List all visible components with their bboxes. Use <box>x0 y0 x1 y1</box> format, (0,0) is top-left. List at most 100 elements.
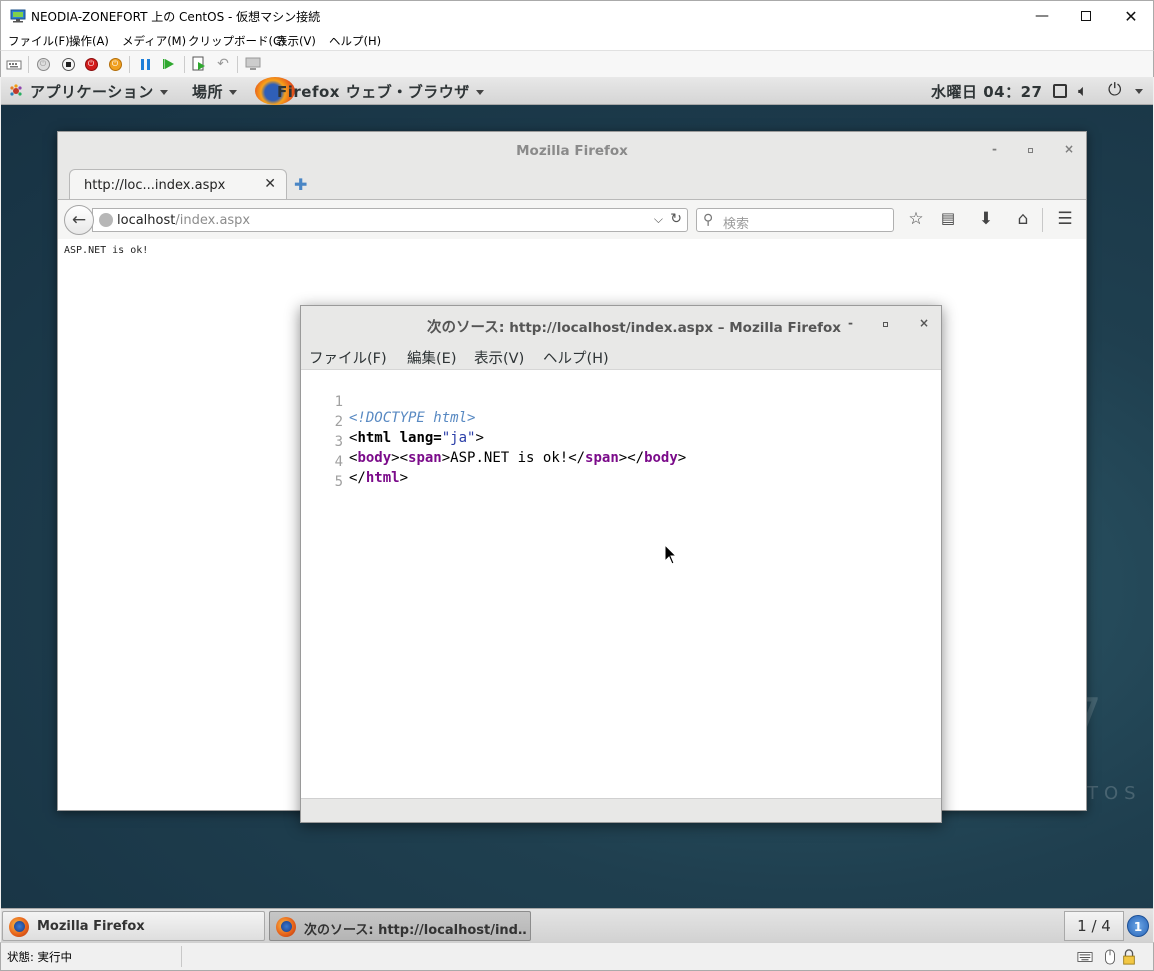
tag-token: span <box>585 450 619 466</box>
checkpoint-icon <box>192 56 205 71</box>
search-placeholder: 検索 <box>723 217 750 232</box>
menu-clipboard[interactable]: クリップボード(C) <box>188 33 286 49</box>
checkpoint-button[interactable] <box>191 56 207 72</box>
reset-button[interactable] <box>161 56 177 72</box>
enhanced-session-button[interactable] <box>245 56 261 72</box>
applications-label: アプリケーション <box>30 83 154 101</box>
maximize-button[interactable] <box>1063 1 1109 31</box>
lock-icon <box>1123 949 1135 965</box>
value-token: "ja" <box>441 430 476 446</box>
firefox-window-title: Mozilla Firefox <box>516 143 628 159</box>
firefox-header: Mozilla Firefox - × http://loc...index.a… <box>58 132 1086 239</box>
url-path: /index.aspx <box>175 213 251 228</box>
places-menu[interactable]: 場所 <box>192 81 238 102</box>
download-icon[interactable]: ⬇ <box>976 209 996 229</box>
view-source-titlebar: 次のソース: http://localhost/index.aspx – Moz… <box>301 306 941 342</box>
vs-menu-file[interactable]: ファイル(F) <box>309 347 387 368</box>
volume-icon[interactable]: 🔈︎ <box>1078 81 1088 101</box>
menu-media[interactable]: メディア(M) <box>122 33 186 49</box>
view-source-title-prefix: 次のソース: <box>427 320 505 336</box>
shutdown-icon: ⏻ <box>84 57 98 71</box>
taskbar-item-label: 次のソース: http://localhost/ind… <box>304 923 526 938</box>
url-bar[interactable]: localhost/index.aspx ⌵ ↻ <box>92 208 688 232</box>
tag-token: body <box>357 450 392 466</box>
tab-close-icon[interactable]: ✕ <box>264 176 276 192</box>
bookmarks-menu-icon[interactable]: ▤ <box>938 209 958 227</box>
power-icon[interactable]: ⏻ <box>1108 80 1121 100</box>
places-label: 場所 <box>192 83 224 101</box>
navigation-toolbar: localhost/index.aspx ⌵ ↻ ← ⚲ 検索 ☆ ▤ ⬇ ⌂ … <box>58 199 1086 239</box>
vm-status-text: 状態: 実行中 <box>7 950 73 964</box>
back-button[interactable]: ← <box>64 205 94 235</box>
gnome-taskbar: Mozilla Firefox 次のソース: http://localhost/… <box>1 908 1153 942</box>
menu-help[interactable]: ヘルプ(H) <box>329 33 381 49</box>
taskbar-item-view-source[interactable]: 次のソース: http://localhost/ind… <box>269 911 531 941</box>
reload-icon[interactable]: ↻ <box>670 211 682 227</box>
minimize-icon: - <box>848 316 853 330</box>
revert-button[interactable]: ↶ <box>215 56 231 72</box>
view-source-title: 次のソース: http://localhost/index.aspx – Moz… <box>427 316 841 337</box>
menu-action[interactable]: 操作(A) <box>69 33 109 49</box>
view-source-statusbar <box>301 798 941 822</box>
firefox-close-button[interactable]: × <box>1064 142 1074 156</box>
firefox-maximize-button[interactable] <box>1028 142 1033 156</box>
pause-icon <box>140 58 150 70</box>
chevron-down-icon <box>159 90 168 95</box>
url-history-dropdown-icon[interactable]: ⌵ <box>654 212 663 227</box>
search-input[interactable]: ⚲ 検索 <box>696 208 894 232</box>
firefox-icon <box>9 917 29 937</box>
code-text: <body><span>ASP.NET is ok!</span></body> <box>349 450 687 466</box>
code-line: 2 <html lang="ja"> <box>301 398 484 446</box>
attr-token: lang= <box>391 430 442 446</box>
minimize-icon: — <box>1035 8 1049 24</box>
start-button[interactable]: ⏻ <box>35 56 51 72</box>
bookmark-star-icon[interactable]: ☆ <box>906 209 926 229</box>
power-circle-icon: ⏻ <box>36 57 50 71</box>
active-app-label: Firefox ウェブ・ブラウザ <box>277 83 470 101</box>
browser-tab[interactable]: http://loc...index.aspx ✕ <box>69 169 287 199</box>
code-line: 1 <!DOCTYPE html> <box>301 378 476 426</box>
new-tab-icon[interactable]: ✚ <box>294 175 307 194</box>
view-source-window: 次のソース: http://localhost/index.aspx – Moz… <box>300 305 942 823</box>
clock[interactable]: 水曜日 04：27 <box>931 81 1042 102</box>
notification-badge[interactable]: 1 <box>1127 915 1149 937</box>
chevron-down-icon[interactable] <box>1135 89 1143 94</box>
code-text: <!DOCTYPE html> <box>349 410 475 426</box>
menu-view[interactable]: 表示(V) <box>276 33 316 49</box>
shutdown-button[interactable]: ⏻ <box>83 56 99 72</box>
applications-menu[interactable]: アプリケーション <box>30 81 168 102</box>
menu-file[interactable]: ファイル(F) <box>8 33 70 49</box>
view-source-menubar: ファイル(F) 編集(E) 表示(V) ヘルプ(H) <box>301 342 941 370</box>
undo-icon: ↶ <box>217 56 229 72</box>
line-number: 5 <box>334 474 343 490</box>
toolbar-separator <box>1042 208 1043 232</box>
view-source-minimize-button[interactable]: - <box>848 316 853 330</box>
vs-menu-edit[interactable]: 編集(E) <box>407 347 456 368</box>
ctrl-alt-del-button[interactable] <box>6 56 22 72</box>
firefox-icon <box>276 917 296 937</box>
keyboard-icon <box>6 60 22 70</box>
tag-token: html <box>357 430 392 446</box>
close-button[interactable]: ✕ <box>1108 1 1154 31</box>
vs-menu-help[interactable]: ヘルプ(H) <box>543 347 609 368</box>
save-state-button[interactable]: ⏻ <box>107 56 123 72</box>
firefox-minimize-button[interactable]: - <box>992 142 997 156</box>
vs-menu-view[interactable]: 表示(V) <box>474 347 524 368</box>
view-source-close-button[interactable]: × <box>919 316 929 330</box>
hamburger-menu-icon[interactable]: ☰ <box>1055 209 1075 229</box>
active-app-menu[interactable]: Firefox ウェブ・ブラウザ <box>277 81 484 102</box>
code-text: </html> <box>349 470 409 486</box>
pause-button[interactable] <box>137 56 153 72</box>
home-icon[interactable]: ⌂ <box>1013 209 1033 229</box>
monitor-icon <box>245 57 261 70</box>
search-icon: ⚲ <box>703 212 714 228</box>
centos-brand-text: TOS <box>1087 783 1142 804</box>
source-code-view[interactable]: 1 <!DOCTYPE html> 2 <html lang="ja"> 3 <… <box>301 370 941 798</box>
maximize-icon <box>883 322 888 327</box>
workspace-switcher[interactable]: 1 / 4 <box>1064 911 1124 941</box>
taskbar-item-firefox[interactable]: Mozilla Firefox <box>2 911 265 941</box>
view-source-maximize-button[interactable] <box>883 316 888 330</box>
turn-off-button[interactable] <box>60 56 76 72</box>
minimize-button[interactable]: — <box>1019 1 1065 31</box>
window-icon[interactable] <box>1053 84 1067 98</box>
